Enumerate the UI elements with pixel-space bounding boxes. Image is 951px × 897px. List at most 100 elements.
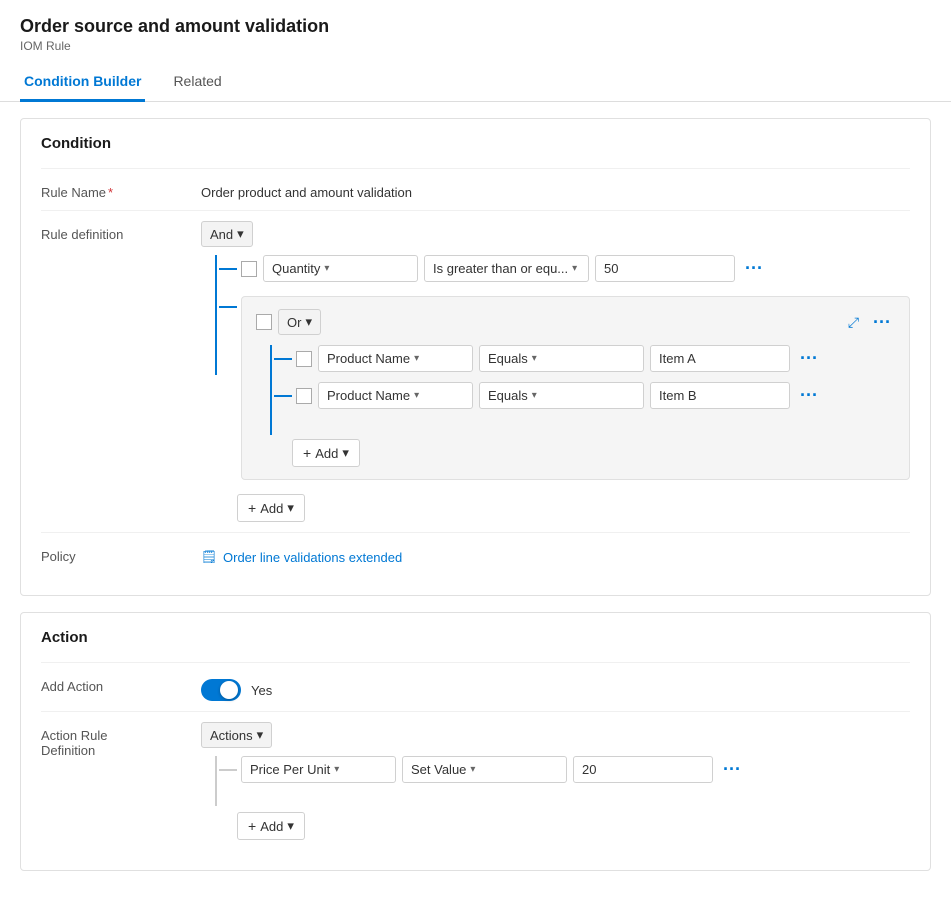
action-rule-definition-row: Action Rule Definition Actions ▾ Price P… [41, 711, 910, 850]
quantity-operator-chevron: ▾ [572, 263, 577, 274]
action-conditions-wrap: Price Per Unit ▾ Set Value ▾ ··· [201, 756, 910, 806]
product-name-row-1: Product Name ▾ Equals ▾ [274, 345, 895, 372]
product-name-2-label: Product Name [327, 388, 410, 403]
or-group: Or ▾ ⤢ ··· [241, 296, 910, 480]
condition-add-plus-icon: + [248, 500, 256, 516]
action-add-label: Add [260, 819, 283, 834]
action-add-chevron: ▾ [287, 818, 294, 834]
and-chevron-icon: ▾ [237, 226, 244, 242]
product-name-1-operator-dropdown[interactable]: Equals ▾ [479, 345, 644, 372]
price-per-unit-fields: Price Per Unit ▾ Set Value ▾ ··· [241, 756, 745, 783]
policy-link-text: Order line validations extended [223, 550, 402, 565]
condition-add-button[interactable]: + Add ▾ [237, 494, 305, 522]
h-connector-ppu [219, 769, 237, 771]
actions-operator-label: Actions [210, 728, 253, 743]
tab-condition-builder[interactable]: Condition Builder [20, 63, 145, 102]
or-group-header: Or ▾ ⤢ ··· [256, 309, 895, 335]
product-name-1-value-input[interactable] [650, 345, 790, 372]
product-name-2-checkbox[interactable] [296, 388, 312, 404]
action-section: Action Add Action Yes Action Rule Defini… [20, 612, 931, 871]
price-per-unit-label: Price Per Unit [250, 762, 330, 777]
condition-section: Condition Rule Name* Order product and a… [20, 118, 931, 596]
actions-operator-dropdown[interactable]: Actions ▾ [201, 722, 272, 748]
product-name-1-checkbox[interactable] [296, 351, 312, 367]
quantity-fields: Quantity ▾ Is greater than or equ... ▾ ·… [263, 255, 767, 282]
or-conditions-wrap: Product Name ▾ Equals ▾ [256, 345, 895, 435]
page-header: Order source and amount validation IOM R… [0, 0, 951, 59]
add-action-toggle[interactable] [201, 679, 241, 701]
page-subtitle: IOM Rule [20, 39, 931, 53]
h-connector-quantity [219, 268, 237, 270]
rule-name-row: Rule Name* Order product and amount vali… [41, 168, 910, 210]
toggle-label: Yes [251, 683, 272, 698]
conditions-block: Quantity ▾ Is greater than or equ... ▾ ·… [219, 255, 910, 484]
price-per-unit-op-chevron: ▾ [470, 764, 475, 775]
toggle-thumb [220, 681, 238, 699]
policy-link[interactable]: 🗒 Order line validations extended [201, 549, 910, 565]
or-add-chevron: ▾ [342, 445, 349, 461]
or-conditions-list: Product Name ▾ Equals ▾ [274, 345, 895, 419]
or-group-actions: ⤢ ··· [848, 312, 895, 333]
quantity-more-button[interactable]: ··· [741, 258, 767, 279]
top-conditions-wrap: Quantity ▾ Is greater than or equ... ▾ ·… [201, 255, 910, 484]
product-name-2-operator: Equals [488, 388, 528, 403]
action-section-title: Action [41, 629, 910, 646]
action-v-connector [215, 756, 217, 806]
h-connector-pn1 [274, 358, 292, 360]
product-name-2-more-button[interactable]: ··· [796, 385, 822, 406]
or-chevron-icon: ▾ [305, 314, 312, 330]
tab-related[interactable]: Related [169, 63, 225, 102]
product-name-2-value-input[interactable] [650, 382, 790, 409]
quantity-condition-row: Quantity ▾ Is greater than or equ... ▾ ·… [219, 255, 910, 282]
quantity-value-input[interactable] [595, 255, 735, 282]
or-operator-dropdown[interactable]: Or ▾ [278, 309, 321, 335]
product-name-1-op-chevron: ▾ [532, 353, 537, 364]
product-name-row-2: Product Name ▾ Equals ▾ [274, 382, 895, 409]
action-add-wrap: + Add ▾ [237, 808, 910, 840]
product-name-1-label: Product Name [327, 351, 410, 366]
price-per-unit-value-input[interactable] [573, 756, 713, 783]
policy-icon: 🗒 [201, 549, 217, 565]
product-name-2-operator-dropdown[interactable]: Equals ▾ [479, 382, 644, 409]
price-per-unit-chevron: ▾ [334, 764, 339, 775]
actions-chevron-icon: ▾ [257, 727, 264, 743]
action-add-button[interactable]: + Add ▾ [237, 812, 305, 840]
add-action-label: Add Action [41, 673, 201, 694]
or-operator-label: Or [287, 315, 301, 330]
rule-definition-container: And ▾ Quantity ▾ [201, 221, 910, 522]
product-name-2-chevron: ▾ [414, 390, 419, 401]
product-name-1-field-dropdown[interactable]: Product Name ▾ [318, 345, 473, 372]
price-per-unit-more-button[interactable]: ··· [719, 759, 745, 780]
quantity-checkbox[interactable] [241, 261, 257, 277]
page-title: Order source and amount validation [20, 16, 931, 37]
quantity-operator-dropdown[interactable]: Is greater than or equ... ▾ [424, 255, 589, 282]
or-add-label: Add [315, 446, 338, 461]
quantity-field-label: Quantity [272, 261, 320, 276]
condition-section-title: Condition [41, 135, 910, 152]
quantity-chevron-icon: ▾ [324, 263, 329, 274]
product-name-2-fields: Product Name ▾ Equals ▾ [318, 382, 822, 409]
add-action-row: Add Action Yes [41, 662, 910, 711]
price-per-unit-operator-dropdown[interactable]: Set Value ▾ [402, 756, 567, 783]
price-per-unit-field-dropdown[interactable]: Price Per Unit ▾ [241, 756, 396, 783]
product-name-1-more-button[interactable]: ··· [796, 348, 822, 369]
price-per-unit-operator: Set Value [411, 762, 466, 777]
or-add-button[interactable]: + Add ▾ [292, 439, 360, 467]
product-name-2-op-chevron: ▾ [532, 390, 537, 401]
product-name-2-field-dropdown[interactable]: Product Name ▾ [318, 382, 473, 409]
required-indicator: * [108, 185, 113, 200]
rule-definition-label: Rule definition [41, 221, 201, 242]
or-group-more-button[interactable]: ··· [869, 312, 895, 333]
quantity-field-dropdown[interactable]: Quantity ▾ [263, 255, 418, 282]
or-group-checkbox[interactable] [256, 314, 272, 330]
product-name-1-chevron: ▾ [414, 353, 419, 364]
rule-name-label: Rule Name* [41, 179, 201, 200]
policy-value: 🗒 Order line validations extended [201, 543, 910, 565]
policy-row: Policy 🗒 Order line validations extended [41, 532, 910, 575]
condition-add-chevron: ▾ [287, 500, 294, 516]
rule-name-value: Order product and amount validation [201, 179, 910, 200]
collapse-icon[interactable]: ⤢ [848, 314, 859, 331]
and-operator-label: And [210, 227, 233, 242]
and-operator-dropdown[interactable]: And ▾ [201, 221, 253, 247]
action-add-plus-icon: + [248, 818, 256, 834]
